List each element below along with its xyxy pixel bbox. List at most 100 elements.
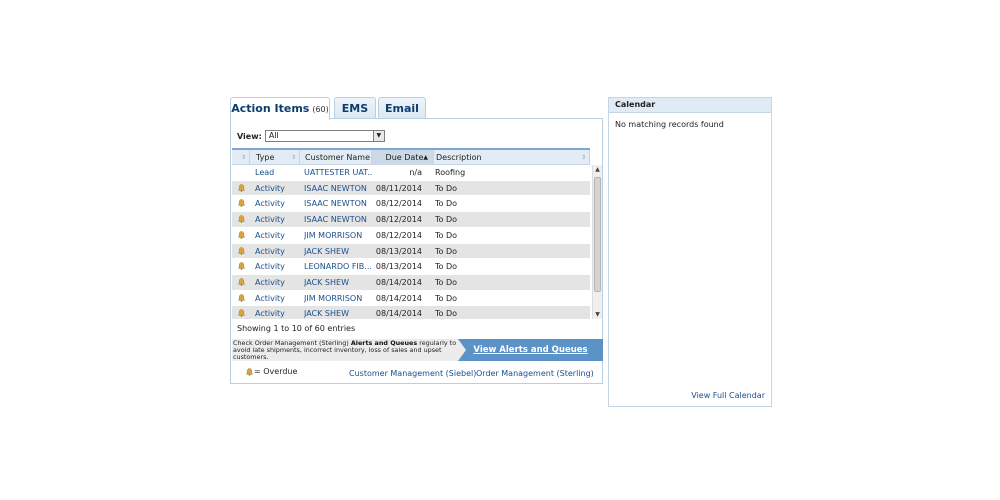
column-header-type[interactable]: Type ⇕ — [250, 150, 300, 165]
row-due-date: 08/13/2014 — [375, 246, 422, 256]
overdue-bell-icon — [237, 293, 245, 302]
tab-email[interactable]: Email — [378, 97, 426, 119]
sort-icon: ⇕ — [580, 154, 586, 161]
overdue-bell-icon — [237, 199, 245, 207]
row-icon-cell — [232, 212, 250, 227]
row-type-link[interactable]: Activity — [255, 181, 285, 196]
row-icon-cell — [232, 181, 250, 196]
row-description: To Do — [435, 277, 458, 287]
row-due-date: 08/12/2014 — [375, 230, 422, 240]
row-customer-link[interactable]: JIM MORRISON — [304, 228, 372, 243]
row-due-date: 08/12/2014 — [375, 199, 422, 209]
row-icon-cell — [232, 228, 250, 243]
table-row[interactable]: Activity ISAAC NEWTON 08/11/2014 To Do — [232, 180, 590, 197]
row-customer-link[interactable]: LEONARDO FIB... — [304, 259, 372, 274]
row-customer-link[interactable]: JACK SHEW — [304, 306, 372, 319]
row-description: To Do — [435, 309, 458, 319]
row-customer-link[interactable]: JACK SHEW — [304, 244, 372, 259]
row-customer-link[interactable]: ISAAC NEWTON — [304, 181, 372, 196]
view-full-calendar-link[interactable]: View Full Calendar — [691, 391, 765, 400]
row-customer-link[interactable]: JACK SHEW — [304, 275, 372, 290]
row-customer-link[interactable]: ISAAC NEWTON — [304, 196, 372, 211]
overdue-bell-icon — [237, 262, 245, 270]
tab-action-items[interactable]: Action Items (60) — [230, 97, 330, 120]
row-type-link[interactable]: Activity — [255, 212, 285, 227]
overdue-bell-icon — [237, 278, 245, 286]
scroll-thumb[interactable] — [594, 177, 601, 292]
row-type-link[interactable]: Activity — [255, 306, 285, 319]
row-due-date: 08/14/2014 — [375, 309, 422, 319]
column-header-due-date[interactable]: Due Date▲ — [372, 150, 434, 165]
column-header-customer[interactable]: Customer Name — [300, 150, 372, 165]
sort-icon: ⇕ — [290, 154, 296, 161]
table-row[interactable]: Lead UATTESTER UAT... n/a Roofing — [232, 165, 590, 181]
calendar-empty-message: No matching records found — [615, 120, 724, 129]
alerts-promo: Check Order Management (Sterling) Alerts… — [232, 339, 603, 361]
row-customer-link[interactable]: ISAAC NEWTON — [304, 212, 372, 227]
row-due-date: 08/14/2014 — [375, 277, 422, 287]
scroll-down-icon[interactable]: ▼ — [593, 310, 602, 319]
overdue-bell-icon — [237, 309, 245, 317]
row-icon-cell — [232, 244, 250, 259]
tab-ems[interactable]: EMS — [334, 97, 376, 119]
tab-action-items-count: (60) — [312, 105, 329, 114]
customer-management-link[interactable]: Customer Management (Siebel) — [349, 369, 476, 378]
row-description: Roofing — [435, 168, 466, 177]
column-header-description[interactable]: Description ⇕ — [434, 150, 590, 165]
row-type-link[interactable]: Activity — [255, 259, 285, 274]
order-management-link[interactable]: Order Management (Sterling) — [476, 369, 594, 378]
row-due-date: n/a — [409, 168, 422, 177]
row-type-link[interactable]: Activity — [255, 275, 285, 290]
table-header: ⇕ Type ⇕ Customer Name Due Date▲ Descrip… — [232, 148, 590, 165]
overdue-legend: = Overdue — [246, 367, 297, 376]
row-description: To Do — [435, 246, 458, 256]
row-type-link[interactable]: Activity — [255, 244, 285, 259]
table-row[interactable]: Activity JACK SHEW 08/14/2014 To Do — [232, 274, 590, 291]
row-description: To Do — [435, 183, 458, 193]
row-due-date: 08/12/2014 — [375, 215, 422, 225]
view-label: View: — [237, 131, 262, 141]
view-selected-value: All — [268, 131, 279, 140]
table-row[interactable]: Activity JIM MORRISON 08/14/2014 To Do — [232, 291, 590, 307]
overdue-bell-icon — [237, 246, 245, 255]
tab-action-items-label: Action Items — [231, 102, 310, 115]
table-scrollbar[interactable]: ▲ ▼ — [592, 165, 602, 319]
dropdown-arrow-icon[interactable]: ▼ — [372, 131, 384, 141]
column-header-description-label: Description — [436, 153, 482, 162]
sort-icon: ⇕ — [240, 154, 246, 161]
panel-footer: = Overdue Customer Management (Siebel) O… — [232, 365, 603, 381]
overdue-bell-icon — [246, 367, 253, 376]
table-row[interactable]: Activity ISAAC NEWTON 08/12/2014 To Do — [232, 212, 590, 228]
sort-ascending-icon: ▲ — [423, 154, 428, 161]
table-row[interactable]: Activity JACK SHEW 08/13/2014 To Do — [232, 243, 590, 260]
table-row[interactable]: Activity JIM MORRISON 08/12/2014 To Do — [232, 228, 590, 244]
row-due-date: 08/14/2014 — [375, 293, 422, 303]
row-due-date: 08/11/2014 — [375, 183, 422, 193]
view-select[interactable]: All ▼ — [264, 130, 385, 142]
view-filter: View: All ▼ — [237, 129, 385, 143]
table-row[interactable]: Activity JACK SHEW 08/14/2014 To Do — [232, 306, 590, 319]
table-row[interactable]: Activity ISAAC NEWTON 08/12/2014 To Do — [232, 196, 590, 213]
row-description: To Do — [435, 230, 458, 240]
row-description: To Do — [435, 199, 458, 209]
table-body: Lead UATTESTER UAT... n/a Roofing Activity IS… — [232, 165, 590, 319]
column-header-type-label: Type — [256, 153, 275, 162]
view-alerts-and-queues-link[interactable]: View Alerts and Queues — [458, 339, 603, 361]
row-type-link[interactable]: Activity — [255, 228, 285, 243]
row-type-link[interactable]: Lead — [255, 165, 274, 180]
row-icon-cell — [232, 291, 250, 306]
row-icon-cell — [232, 275, 250, 290]
tab-ems-label: EMS — [341, 102, 369, 115]
column-header-due-label: Due Date — [385, 153, 424, 162]
row-type-link[interactable]: Activity — [255, 196, 285, 211]
calendar-panel: Calendar No matching records found View … — [608, 97, 772, 407]
row-customer-link[interactable]: JIM MORRISON — [304, 291, 372, 306]
row-description: To Do — [435, 293, 458, 303]
column-header-customer-label: Customer Name — [305, 153, 371, 162]
row-customer-link[interactable]: UATTESTER UAT... — [304, 165, 372, 180]
column-header-icon[interactable]: ⇕ — [232, 150, 250, 165]
scroll-up-icon[interactable]: ▲ — [593, 165, 602, 174]
overdue-bell-icon — [237, 215, 245, 223]
table-row[interactable]: Activity LEONARDO FIB... 08/13/2014 To Do — [232, 259, 590, 275]
row-type-link[interactable]: Activity — [255, 291, 285, 306]
